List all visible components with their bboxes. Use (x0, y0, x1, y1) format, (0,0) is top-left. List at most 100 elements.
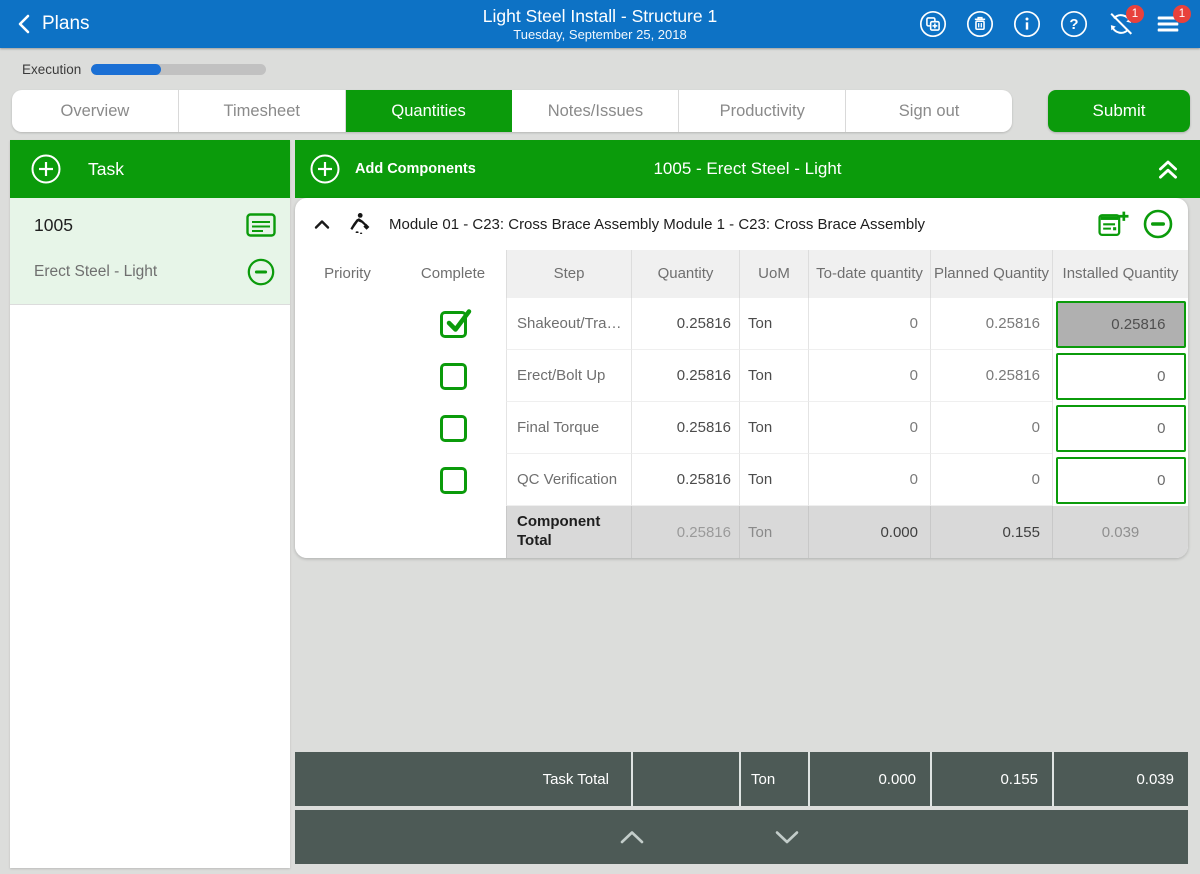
installed-cell: 0 (1052, 402, 1188, 454)
complete-cell (400, 402, 506, 454)
installed-quantity-input[interactable]: 0 (1055, 352, 1186, 400)
installed-quantity-input[interactable]: 0.25816 (1055, 300, 1186, 348)
remove-component-button[interactable] (1142, 208, 1174, 240)
sync-button[interactable]: 1 (1105, 5, 1144, 40)
collapse-component-button[interactable] (311, 213, 333, 235)
add-task-button[interactable] (30, 153, 62, 185)
step-uom: Ton (739, 298, 808, 350)
scroll-up-button[interactable] (602, 810, 662, 864)
step-uom: Ton (739, 454, 808, 506)
task-total-label: Task Total (542, 770, 609, 788)
column-header-complete: Complete (400, 250, 506, 298)
add-components-button[interactable] (309, 153, 341, 185)
worker-icon (350, 213, 370, 234)
scroll-down-button[interactable] (757, 810, 817, 864)
submit-button[interactable]: Submit (1048, 90, 1190, 132)
column-header-priority: Priority (295, 250, 400, 298)
task-panel-header: Task (10, 140, 290, 198)
steps-table-header: Priority Complete Step Quantity UoM To-d… (295, 250, 1188, 298)
component-total-row: Component Total 0.25816 Ton 0.000 0.155 … (295, 506, 1188, 558)
complete-cell (400, 298, 506, 350)
remove-task-button[interactable] (246, 257, 276, 287)
duplicate-button[interactable] (917, 8, 949, 40)
task-total-to-date: 0.000 (808, 752, 930, 806)
page-date: Tuesday, September 25, 2018 (513, 27, 687, 42)
plus-circle-icon (31, 154, 61, 184)
step-row: Erect/Bolt Up 0.25816 Ton 0 0.25816 0 (295, 350, 1188, 402)
table-add-icon (1098, 211, 1129, 236)
trash-icon (966, 10, 994, 38)
component-card: Module 01 - C23: Cross Brace Assembly Mo… (295, 198, 1188, 558)
tab-timesheet[interactable]: Timesheet (178, 90, 346, 132)
duplicate-icon (919, 10, 947, 38)
pager-bar (295, 810, 1188, 864)
task-list-item[interactable]: 1005 Erect Steel - Light (10, 198, 290, 305)
step-row: QC Verification 0.25816 Ton 0 0 0 (295, 454, 1188, 506)
topbar-actions: ? 1 1 (917, 5, 1200, 40)
delete-button[interactable] (964, 8, 996, 40)
complete-checkbox[interactable] (439, 466, 467, 494)
tab-overview[interactable]: Overview (12, 90, 179, 132)
tab-bar: Overview Timesheet Quantities Notes/Issu… (12, 90, 1012, 132)
step-to-date: 0 (808, 402, 930, 454)
chevron-down-icon (775, 831, 799, 844)
app-screen: Plans Light Steel Install - Structure 1 … (0, 0, 1200, 874)
installed-quantity-input[interactable]: 0 (1055, 456, 1186, 504)
task-name: Erect Steel - Light (34, 263, 158, 280)
step-quantity: 0.25816 (631, 402, 739, 454)
task-total-bar: Task Total Ton 0.000 0.155 0.039 (295, 752, 1188, 806)
complete-checkbox-checked[interactable] (439, 308, 471, 338)
installed-quantity-input[interactable]: 0 (1055, 404, 1186, 452)
task-panel-title: Task (88, 158, 124, 179)
menu-button[interactable]: 1 (1152, 5, 1191, 40)
column-header-quantity: Quantity (631, 250, 739, 298)
plus-circle-icon (310, 154, 340, 184)
component-title: Module 01 - C23: Cross Brace Assembly Mo… (389, 215, 926, 233)
step-uom: Ton (739, 350, 808, 402)
complete-checkbox[interactable] (439, 362, 467, 390)
column-header-uom: UoM (739, 250, 808, 298)
installed-cell: 0.25816 (1052, 298, 1188, 350)
task-total-installed: 0.039 (1052, 752, 1188, 806)
component-total-uom: Ton (739, 506, 808, 558)
tab-sign-out[interactable]: Sign out (846, 90, 1012, 132)
info-button[interactable] (1011, 8, 1043, 40)
component-area: Add Components 1005 - Erect Steel - Ligh… (295, 140, 1200, 874)
back-button[interactable]: Plans (14, 12, 90, 36)
step-to-date: 0 (808, 454, 930, 506)
step-name: QC Verification (506, 454, 631, 506)
tab-notes-issues[interactable]: Notes/Issues (512, 90, 680, 132)
add-step-button[interactable] (1098, 210, 1129, 239)
component-header-title: 1005 - Erect Steel - Light (653, 159, 842, 178)
checkmark-icon (446, 308, 471, 332)
step-name: Erect/Bolt Up (506, 350, 631, 402)
component-total-quantity: 0.25816 (631, 506, 739, 558)
component-total-label: Component Total (506, 506, 631, 558)
complete-cell (400, 454, 506, 506)
step-row: Shakeout/Tra… 0.25816 Ton 0 0.25816 0.25… (295, 298, 1188, 350)
topbar: Plans Light Steel Install - Structure 1 … (0, 0, 1200, 48)
complete-checkbox[interactable] (439, 414, 467, 442)
chevron-up-icon (620, 831, 644, 844)
menu-badge: 1 (1173, 5, 1191, 23)
complete-cell (400, 350, 506, 402)
step-uom: Ton (739, 402, 808, 454)
priority-cell (295, 350, 400, 402)
tabs-row: Overview Timesheet Quantities Notes/Issu… (0, 90, 1200, 132)
tab-quantities[interactable]: Quantities (345, 90, 513, 132)
tab-productivity[interactable]: Productivity (679, 90, 847, 132)
column-header-to-date: To-date quantity (808, 250, 930, 298)
execution-progress-fill (91, 63, 162, 75)
step-to-date: 0 (808, 350, 930, 402)
task-code: 1005 (34, 214, 73, 235)
double-chevron-up-icon (1159, 160, 1177, 179)
task-panel: Task 1005 Erect Steel - Light (10, 140, 290, 868)
help-button[interactable]: ? (1058, 8, 1090, 40)
collapse-all-button[interactable] (1154, 155, 1182, 183)
step-planned: 0 (930, 454, 1052, 506)
step-planned: 0.25816 (930, 350, 1052, 402)
task-details-button[interactable] (246, 213, 276, 237)
installed-cell: 0 (1052, 350, 1188, 402)
back-label: Plans (42, 13, 90, 34)
minus-circle-icon (1143, 209, 1173, 239)
